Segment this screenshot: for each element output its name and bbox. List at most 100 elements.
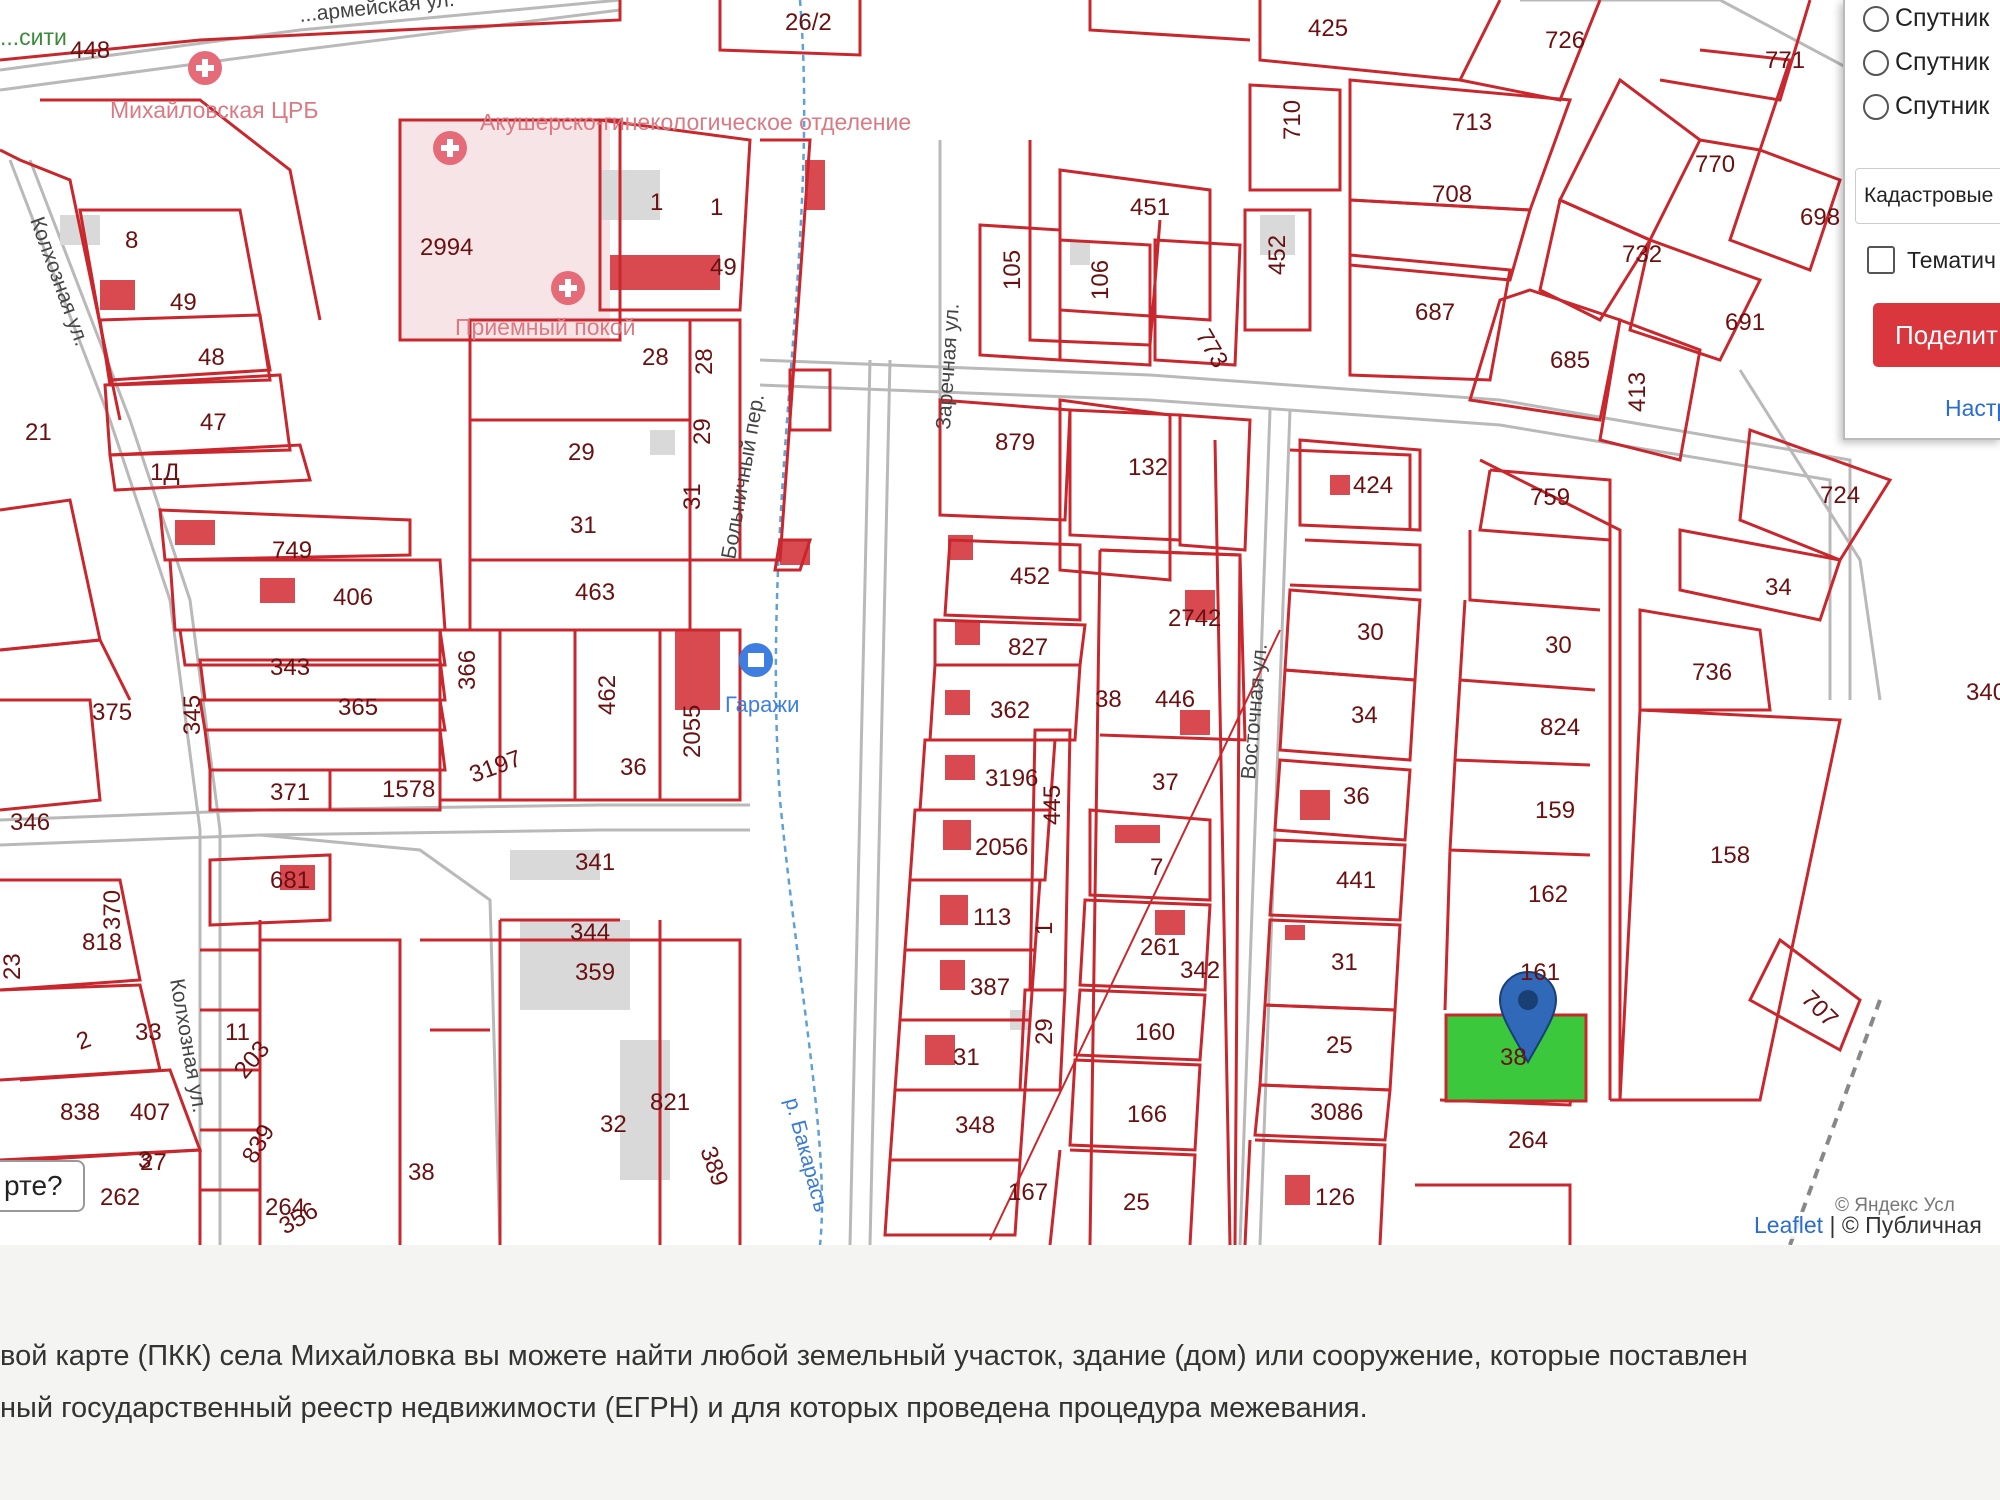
- checkbox-icon[interactable]: [1867, 246, 1895, 274]
- layer-option-label: Спутник: [1895, 92, 1990, 120]
- parcel-label: 404: [1710, 0, 1750, 6]
- parcel-label: 448: [70, 37, 110, 64]
- layer-option-satellite-2[interactable]: Спутник: [1863, 48, 1989, 77]
- layer-option-satellite-1[interactable]: Спутник: [1863, 4, 1989, 33]
- parcel-label: 698: [1800, 204, 1840, 231]
- parcel-label: 827: [1008, 634, 1048, 661]
- description-text: вой карте (ПКК) села Михайловка вы может…: [0, 1330, 2000, 1434]
- parcel-label: 33: [135, 1019, 162, 1046]
- parcel-label: 29: [568, 439, 595, 466]
- parcel-label: 770: [1695, 151, 1735, 178]
- parcel-label: 34: [1765, 574, 1792, 601]
- parcel-label: 8: [125, 227, 138, 254]
- parcel-label: 47: [200, 409, 227, 436]
- parcel-label: 452: [1264, 235, 1291, 275]
- parcel-label: 732: [1622, 241, 1662, 268]
- parcel-label: 759: [1530, 484, 1570, 511]
- parcel-label: 1Д: [150, 459, 180, 486]
- parcel-label: 36: [1343, 783, 1370, 810]
- cadastral-layer-select[interactable]: Кадастровые: [1855, 168, 2000, 224]
- selected-parcel-label: 38: [1500, 1044, 1527, 1071]
- radio-icon[interactable]: [1863, 5, 1889, 32]
- parcel-label: 162: [1528, 881, 1568, 908]
- parcel-label: 726: [1545, 27, 1585, 54]
- parcel-label: 370: [99, 890, 126, 930]
- parcel-label: 879: [995, 429, 1035, 456]
- parcel-label: 839: [237, 1120, 280, 1168]
- radio-icon[interactable]: [1863, 49, 1889, 76]
- parcel-label: 365: [338, 694, 378, 721]
- parcel-label: 28: [642, 344, 669, 371]
- parcel-label: 31: [1331, 949, 1358, 976]
- parcel-label: 371: [270, 779, 310, 806]
- parcel-label: 166: [1127, 1101, 1167, 1128]
- parcel-label: 771: [1765, 47, 1805, 74]
- parcel-label: 3197: [466, 745, 525, 789]
- parcel-label: 343: [270, 654, 310, 681]
- share-button[interactable]: Поделит: [1873, 303, 2000, 367]
- parcel-label: 451: [1130, 194, 1170, 221]
- parcel-label: 749: [272, 537, 312, 564]
- thematic-checkbox-row[interactable]: Тематич: [1867, 246, 1996, 274]
- layer-option-satellite-3[interactable]: Спутник: [1863, 92, 1989, 121]
- yandex-attribution: © Яндекс Усл: [1835, 1195, 1955, 1216]
- parcel-label: 34: [1351, 702, 1378, 729]
- parcel-label: 160: [1135, 1019, 1175, 1046]
- leaflet-link[interactable]: Leaflet: [1754, 1212, 1823, 1238]
- description-line-2: ный государственный реестр недвижимости …: [0, 1392, 1368, 1424]
- hospital-area: [400, 120, 610, 340]
- parcel-label: 821: [650, 1089, 690, 1116]
- radio-icon[interactable]: [1863, 93, 1889, 120]
- parcel-label: 113: [973, 904, 1011, 931]
- parcel-label: 359: [575, 959, 615, 986]
- parcel-label: 1578: [382, 776, 435, 803]
- parcel-label: 685: [1550, 347, 1590, 374]
- parcel-label: 2055: [679, 705, 706, 758]
- settings-link[interactable]: Настр: [1945, 395, 2000, 422]
- poi-label-crb: Михайловская ЦРБ: [110, 97, 318, 123]
- parcel-label: 346: [10, 809, 50, 836]
- parcel-label: 36: [620, 754, 647, 781]
- parcel-label: 3: [138, 1147, 151, 1174]
- parcel-label: 3196: [985, 765, 1038, 792]
- layer-control-panel: Спутник Спутник Спутник Кадастровые Тема…: [1843, 0, 2000, 440]
- parcel-label: 1: [710, 194, 723, 221]
- parcel-label: 348: [955, 1112, 995, 1139]
- parcel-label: 7: [1150, 854, 1163, 881]
- parcel-label: 23: [0, 953, 26, 980]
- parcel-label: 736: [1692, 659, 1732, 686]
- parcel-label: 262: [100, 1184, 140, 1211]
- layer-option-label: Спутник: [1895, 48, 1990, 76]
- poi-label-reception: Приемный покой: [455, 314, 635, 340]
- parcel-label: 407: [130, 1099, 170, 1126]
- parcel-label: 21: [25, 419, 52, 446]
- parcel-label: 818: [82, 929, 122, 956]
- parcel-label: 342: [1180, 957, 1220, 984]
- parcel-label: 824: [1540, 714, 1580, 741]
- parcel-label: 31: [570, 512, 597, 539]
- parcel-label: 31: [953, 1044, 980, 1071]
- parcel-label: 25: [1123, 1189, 1150, 1216]
- parcel-label: 713: [1452, 109, 1492, 136]
- parcel-label: 264: [1508, 1127, 1548, 1154]
- parcel-label: 161: [1520, 959, 1560, 986]
- parcel-label: 30: [1545, 632, 1572, 659]
- parcel-label: 362: [990, 697, 1030, 724]
- parcel-label: 727: [0, 0, 40, 6]
- poi-label-city: ...сити: [0, 24, 67, 50]
- cadastral-map[interactable]: ...армейская ул. Колхозная ул. Колхозная…: [0, 0, 2000, 1245]
- parcel-label: 445: [1039, 785, 1066, 825]
- street-label-bolnichny: Больничный пер.: [717, 392, 769, 561]
- parcel-label: 707: [1796, 985, 1843, 1032]
- parcel-label: 1: [650, 189, 663, 216]
- parcel-label: 2056: [975, 834, 1028, 861]
- parcel-label: 2: [73, 1026, 95, 1056]
- parcel-label: 158: [1710, 842, 1750, 869]
- parcel-label: 406: [333, 584, 373, 611]
- parcel-label: 691: [1725, 309, 1765, 336]
- layer-option-label: Спутник: [1895, 4, 1990, 32]
- map-question-popup[interactable]: рте?: [0, 1160, 85, 1212]
- parcel-label: 30: [1357, 619, 1384, 646]
- parcel-label: 126: [1315, 1184, 1355, 1211]
- parcel-label: 48: [198, 344, 225, 371]
